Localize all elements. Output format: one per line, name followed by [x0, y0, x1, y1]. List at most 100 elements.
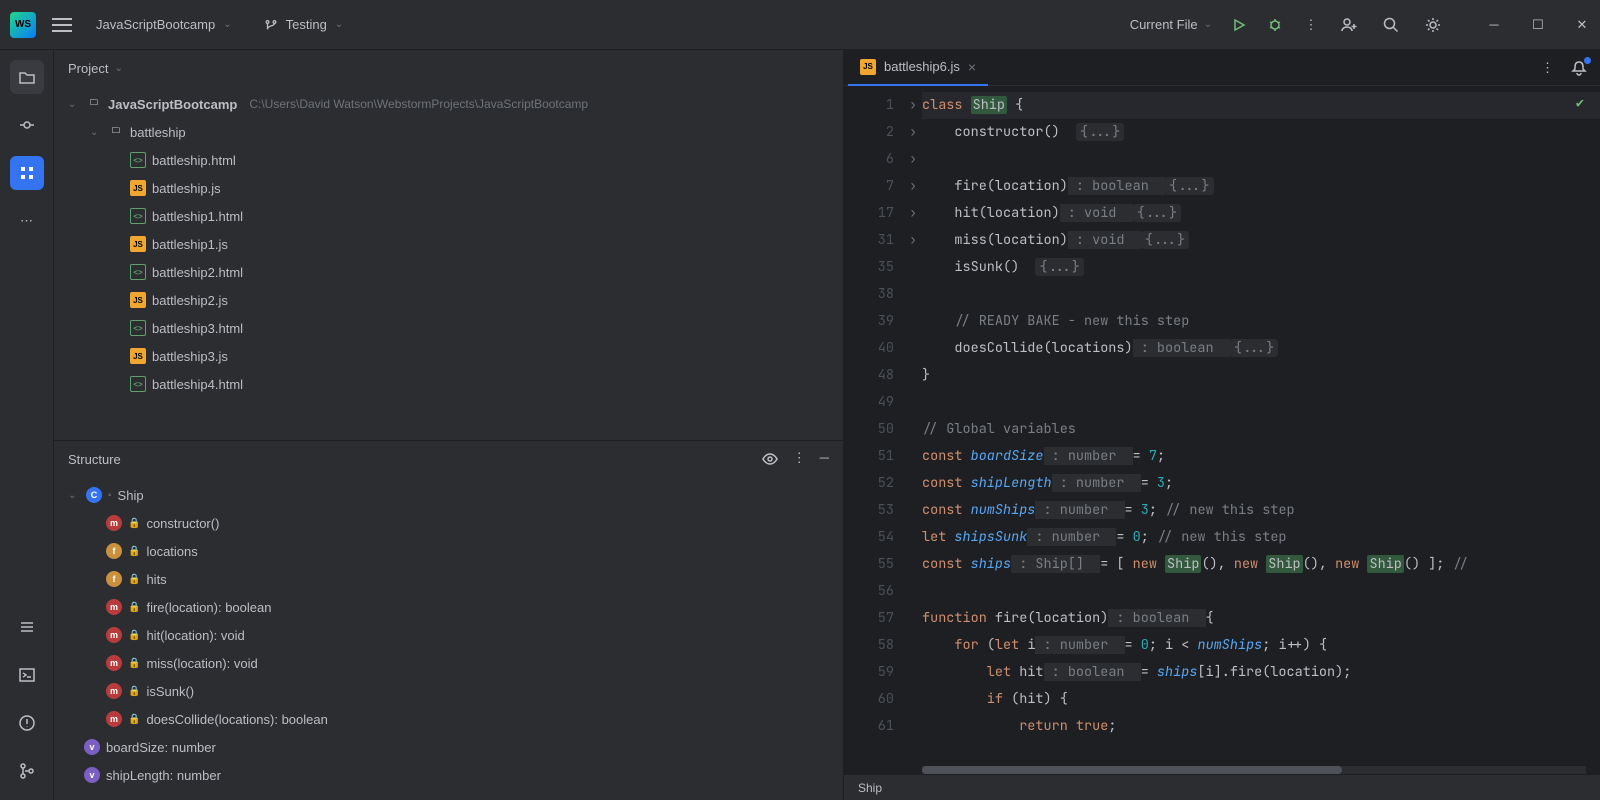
- structure-member-row[interactable]: m 🔒 isSunk(): [54, 677, 843, 705]
- member-label: isSunk(): [146, 684, 194, 699]
- git-branch-icon: [264, 18, 278, 32]
- html-file-icon: <>: [130, 208, 146, 224]
- member-label: hit(location): void: [146, 628, 244, 643]
- fold-column[interactable]: ››››››: [904, 86, 922, 766]
- chevron-down-icon[interactable]: ⌄: [68, 99, 80, 110]
- more-icon[interactable]: ⋮: [793, 450, 806, 468]
- js-file-icon: JS: [130, 292, 146, 308]
- file-row[interactable]: <>battleship4.html: [54, 370, 843, 398]
- method-icon: m: [106, 599, 122, 615]
- run-button[interactable]: [1230, 16, 1248, 34]
- project-tool-button[interactable]: [10, 60, 44, 94]
- chevron-down-icon[interactable]: ⌄: [68, 490, 80, 501]
- js-file-icon: JS: [130, 236, 146, 252]
- project-root-label: JavaScriptBootcamp: [108, 97, 237, 112]
- file-row[interactable]: <>battleship1.html: [54, 202, 843, 230]
- terminal-tool-button[interactable]: [10, 658, 44, 692]
- structure-global-row[interactable]: vshipLength: number: [54, 761, 843, 789]
- project-panel-header: Project ⌄: [54, 50, 843, 86]
- notifications-icon[interactable]: [1570, 59, 1588, 77]
- close-tab-button[interactable]: ×: [968, 59, 976, 75]
- vcs-tool-button[interactable]: [10, 754, 44, 788]
- structure-member-row[interactable]: f🔒hits: [54, 565, 843, 593]
- editor-tab[interactable]: JS battleship6.js ×: [848, 50, 988, 86]
- chevron-down-icon[interactable]: ⌄: [90, 127, 102, 138]
- file-row[interactable]: JS battleship1.js: [54, 230, 843, 258]
- js-file-icon: JS: [130, 180, 146, 196]
- structure-member-row[interactable]: m🔒doesCollide(locations): boolean: [54, 705, 843, 733]
- chevron-down-icon[interactable]: ⌄: [114, 63, 122, 74]
- more-run-icon[interactable]: ⋮: [1302, 16, 1320, 34]
- visibility-icon: 🔒: [128, 686, 140, 697]
- file-row[interactable]: JS battleship2.js: [54, 286, 843, 314]
- code-editor[interactable]: 1267173135383940484950515253545556575859…: [844, 86, 1600, 766]
- method-icon: m: [106, 627, 122, 643]
- chevron-down-icon: ⌄: [335, 19, 343, 30]
- more-tools-button[interactable]: ⋯: [10, 204, 44, 238]
- file-row[interactable]: <>battleship2.html: [54, 258, 843, 286]
- notification-badge: [1584, 57, 1591, 64]
- inspection-ok-icon[interactable]: ✔: [1576, 94, 1584, 112]
- method-icon: m: [106, 655, 122, 671]
- branch-menu[interactable]: Testing ⌄: [256, 13, 352, 36]
- structure-member-row[interactable]: m🔒constructor(): [54, 509, 843, 537]
- eye-icon[interactable]: [761, 450, 779, 468]
- project-panel-title: Project: [68, 61, 108, 76]
- minimize-panel-button[interactable]: ─: [820, 450, 829, 468]
- visibility-icon: ◦: [108, 490, 112, 501]
- run-config-selector[interactable]: Current File ⌄: [1130, 17, 1212, 32]
- code-content[interactable]: class Ship { constructor() {...} fire(lo…: [922, 86, 1600, 766]
- editor-tabs: JS battleship6.js × ⋮: [844, 50, 1600, 86]
- file-row[interactable]: <>battleship3.html: [54, 314, 843, 342]
- branch-name-label: Testing: [286, 17, 327, 32]
- file-row[interactable]: <>battleship.html: [54, 146, 843, 174]
- structure-member-row[interactable]: f🔒locations: [54, 537, 843, 565]
- file-row[interactable]: JSbattleship3.js: [54, 342, 843, 370]
- structure-panel-header: Structure ⋮ ─: [54, 441, 843, 477]
- run-config-label: Current File: [1130, 17, 1198, 32]
- method-icon: m: [106, 683, 122, 699]
- search-icon[interactable]: [1382, 16, 1400, 34]
- project-root-row[interactable]: ⌄ 🗀 JavaScriptBootcamp C:\Users\David Wa…: [54, 90, 843, 118]
- minimize-button[interactable]: ─: [1486, 17, 1502, 33]
- file-label: battleship2.html: [152, 265, 243, 280]
- project-tree[interactable]: ⌄ 🗀 JavaScriptBootcamp C:\Users\David Wa…: [54, 86, 843, 440]
- structure-tree[interactable]: ⌄ C ◦ Ship m🔒constructor()f🔒locationsf🔒h…: [54, 477, 843, 800]
- structure-member-row[interactable]: m🔒hit(location): void: [54, 621, 843, 649]
- structure-member-row[interactable]: m🔒fire(location): boolean: [54, 593, 843, 621]
- debug-button[interactable]: [1266, 16, 1284, 34]
- horizontal-scrollbar[interactable]: [922, 766, 1586, 774]
- maximize-button[interactable]: ☐: [1530, 17, 1546, 33]
- member-label: constructor(): [146, 516, 219, 531]
- html-file-icon: <>: [130, 320, 146, 336]
- structure-member-row[interactable]: m🔒miss(location): void: [54, 649, 843, 677]
- class-name-label: Ship: [118, 488, 144, 503]
- structure-tool-button[interactable]: [10, 156, 44, 190]
- structure-global-row[interactable]: vboardSize: number: [54, 733, 843, 761]
- tab-label: battleship6.js: [884, 59, 960, 74]
- visibility-icon: 🔒: [128, 518, 140, 529]
- folder-row[interactable]: ⌄ 🗀 battleship: [54, 118, 843, 146]
- structure-panel-title: Structure: [68, 452, 121, 467]
- todo-tool-button[interactable]: [10, 610, 44, 644]
- menu-icon[interactable]: [52, 18, 72, 32]
- code-with-me-icon[interactable]: [1340, 16, 1358, 34]
- visibility-icon: 🔒: [128, 714, 140, 725]
- file-row[interactable]: JSbattleship.js: [54, 174, 843, 202]
- breadcrumb[interactable]: Ship: [858, 781, 882, 795]
- file-label: battleship1.js: [152, 237, 228, 252]
- file-label: battleship2.js: [152, 293, 228, 308]
- structure-class-row[interactable]: ⌄ C ◦ Ship: [54, 481, 843, 509]
- project-root-path: C:\Users\David Watson\WebstormProjects\J…: [249, 97, 588, 111]
- html-file-icon: <>: [130, 376, 146, 392]
- project-menu[interactable]: JavaScriptBootcamp ⌄: [88, 13, 240, 36]
- field-icon: f: [106, 543, 122, 559]
- tab-more-icon[interactable]: ⋮: [1541, 60, 1554, 76]
- commit-tool-button[interactable]: [10, 108, 44, 142]
- settings-icon[interactable]: [1424, 16, 1442, 34]
- html-file-icon: <>: [130, 152, 146, 168]
- variable-icon: v: [84, 767, 100, 783]
- problems-tool-button[interactable]: [10, 706, 44, 740]
- variable-icon: v: [84, 739, 100, 755]
- close-window-button[interactable]: ✕: [1574, 17, 1590, 33]
